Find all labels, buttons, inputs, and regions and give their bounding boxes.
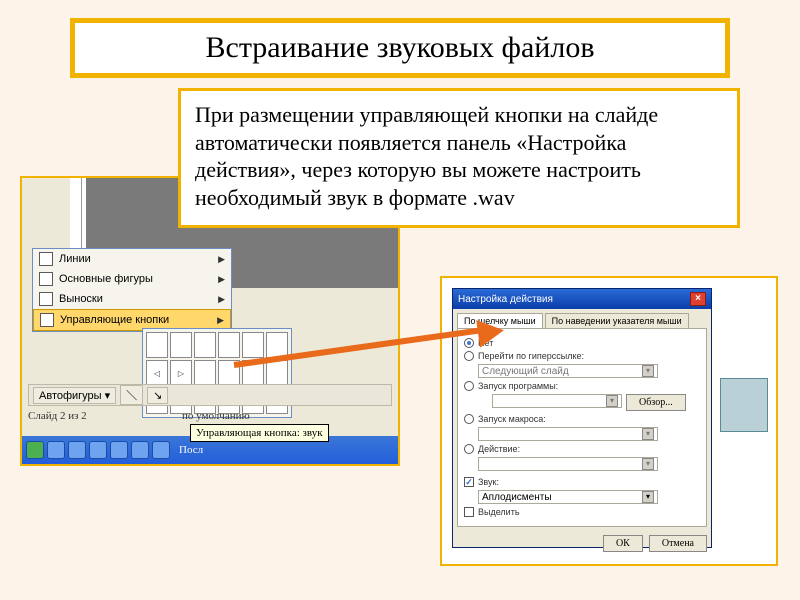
taskbar-app-icon[interactable]: [131, 441, 149, 459]
taskbar-ie-icon[interactable]: [47, 441, 65, 459]
action-button-option[interactable]: [194, 360, 216, 386]
menu-item-callouts[interactable]: Выноски ▶: [33, 289, 231, 309]
option-run-macro[interactable]: Запуск макроса:: [464, 414, 700, 424]
option-label: Выделить: [478, 507, 520, 517]
option-hyperlink[interactable]: Перейти по гиперссылке:: [464, 351, 700, 361]
option-run-program[interactable]: Запуск программы:: [464, 381, 700, 391]
menu-item-label: Управляющие кнопки: [60, 314, 169, 326]
tab-on-hover[interactable]: По наведении указателя мыши: [545, 313, 689, 328]
radio-icon: [464, 351, 474, 361]
action-button-option[interactable]: [242, 332, 264, 358]
inserted-action-button-shape[interactable]: [720, 378, 768, 432]
dialog-titlebar: Настройка действия ×: [453, 289, 711, 309]
slide-counter: Слайд 2 из 2: [28, 410, 87, 422]
radio-icon: [464, 338, 474, 348]
chevron-right-icon: ▶: [218, 254, 225, 265]
menu-item-lines[interactable]: Линии ▶: [33, 249, 231, 269]
toolbar-arrow-icon[interactable]: ↘: [147, 387, 168, 404]
chevron-down-icon: ▾: [642, 428, 654, 440]
action-button-option[interactable]: [218, 332, 240, 358]
action-button-option[interactable]: [146, 332, 168, 358]
slide-title-box: Встраивание звуковых файлов: [70, 18, 730, 78]
body-text-box: При размещении управляющей кнопки на сла…: [178, 88, 740, 228]
start-button-icon[interactable]: [26, 441, 44, 459]
autoshapes-flyout-menu: Линии ▶ Основные фигуры ▶ Выноски ▶ Упра…: [32, 248, 232, 332]
chevron-right-icon: ▶: [218, 274, 225, 285]
action-button-option[interactable]: [266, 360, 288, 386]
status-default-label: по умолчанию: [182, 410, 250, 422]
hyperlink-dropdown[interactable]: Следующий слайд ▾: [478, 364, 658, 378]
checkbox-sound[interactable]: ✓ Звук:: [464, 477, 700, 487]
autoshapes-button[interactable]: Автофигуры ▾: [33, 387, 116, 404]
autoshapes-label: Автофигуры: [39, 390, 102, 402]
cancel-button[interactable]: Отмена: [649, 535, 707, 552]
menu-item-label: Основные фигуры: [59, 273, 153, 285]
button-label: Отмена: [662, 538, 694, 549]
body-text: При размещении управляющей кнопки на сла…: [195, 101, 723, 211]
option-action[interactable]: Действие:: [464, 444, 700, 454]
taskbar-app-icon[interactable]: [110, 441, 128, 459]
checkbox-highlight[interactable]: Выделить: [464, 507, 700, 517]
close-icon[interactable]: ×: [690, 292, 706, 306]
slide-title: Встраивание звуковых файлов: [91, 31, 709, 65]
toolbar-line-icon[interactable]: ＼: [120, 385, 143, 405]
chevron-down-icon: ▾: [642, 491, 654, 503]
dialog-body: Нет Перейти по гиперссылке: Следующий сл…: [457, 328, 707, 527]
checkbox-icon: ✓: [464, 477, 474, 487]
dropdown-value: Аплодисменты: [482, 492, 552, 503]
dialog-title-text: Настройка действия: [458, 294, 553, 305]
ok-button[interactable]: ОК: [603, 535, 643, 552]
radio-icon: [464, 414, 474, 424]
option-label: Действие:: [478, 444, 520, 454]
taskbar-app-label[interactable]: Посл: [179, 444, 203, 456]
browse-button[interactable]: Обзор...: [626, 394, 686, 411]
macro-dropdown[interactable]: ▾: [478, 427, 658, 441]
tooltip-action-button-sound: Управляющая кнопка: звук: [190, 424, 329, 442]
dropdown-value: Следующий слайд: [482, 366, 569, 377]
menu-item-label: Линии: [59, 253, 91, 265]
action-button-option[interactable]: [170, 332, 192, 358]
action-button-option[interactable]: [194, 332, 216, 358]
lines-icon: [39, 252, 53, 266]
taskbar-app-icon[interactable]: [152, 441, 170, 459]
annotation-arrow-head: [476, 316, 506, 347]
chevron-down-icon: ▾: [606, 395, 618, 407]
action-button-option[interactable]: ▷: [170, 360, 192, 386]
action-button-option[interactable]: ◁: [146, 360, 168, 386]
tab-label: По наведении указателя мыши: [552, 316, 682, 326]
sound-dropdown[interactable]: Аплодисменты ▾: [478, 490, 658, 504]
taskbar-firefox-icon[interactable]: [89, 441, 107, 459]
program-path-input[interactable]: ▾: [492, 394, 622, 408]
radio-icon: [464, 381, 474, 391]
action-buttons-icon: [40, 313, 54, 327]
option-label: Запуск макроса:: [478, 414, 546, 424]
chevron-right-icon: ▶: [218, 294, 225, 305]
radio-icon: [464, 444, 474, 454]
callouts-icon: [39, 292, 53, 306]
button-label: ОК: [616, 538, 630, 549]
chevron-right-icon: ▶: [217, 315, 224, 326]
checkbox-icon: [464, 507, 474, 517]
menu-item-basic-shapes[interactable]: Основные фигуры ▶: [33, 269, 231, 289]
chevron-down-icon: ▾: [642, 365, 654, 377]
button-label: Обзор...: [639, 397, 673, 408]
chevron-down-icon: ▾: [642, 458, 654, 470]
drawing-toolbar: Автофигуры ▾ ＼ ↘: [28, 384, 392, 406]
menu-item-label: Выноски: [59, 293, 103, 305]
dialog-button-row: ОК Отмена: [453, 531, 711, 556]
option-label: Запуск программы:: [478, 381, 558, 391]
basic-shapes-icon: [39, 272, 53, 286]
taskbar-save-icon[interactable]: [68, 441, 86, 459]
option-label: Перейти по гиперссылке:: [478, 351, 584, 361]
option-label: Звук:: [478, 477, 499, 487]
action-dropdown[interactable]: ▾: [478, 457, 658, 471]
